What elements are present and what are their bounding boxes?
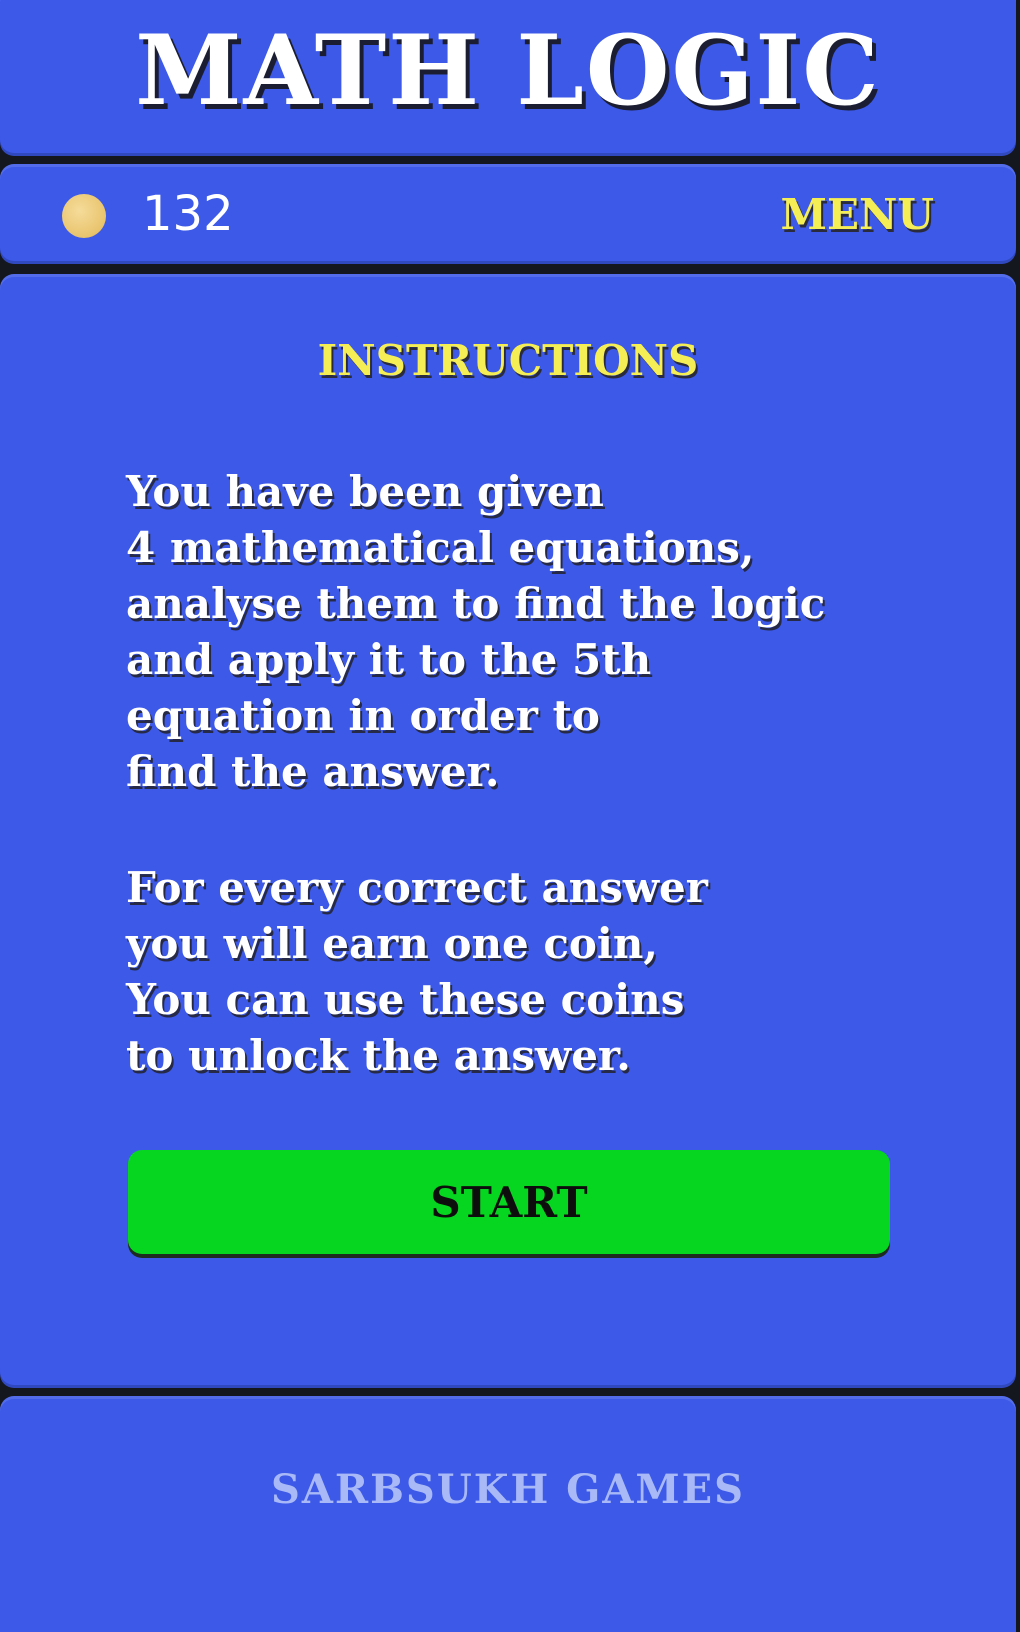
instructions-paragraph-1: You have been given 4 mathematical equat… [126,464,906,800]
instructions-paragraph-2: For every correct answer you will earn o… [126,860,906,1084]
instructions-heading: INSTRUCTIONS [317,336,699,385]
start-button-label: START [430,1177,588,1227]
instruction-line: You can use these coins [126,975,685,1024]
title-panel: MATH LOGIC [0,0,1016,156]
menu-button[interactable]: MENU [780,190,934,239]
start-button[interactable]: START [128,1150,890,1254]
game-screen: MATH LOGIC 132 MENU INSTRUCTIONS You hav… [0,0,1020,1632]
instructions-panel: INSTRUCTIONS You have been given 4 mathe… [0,274,1016,1388]
instruction-line: You have been given [126,467,604,516]
instruction-line: analyse them to find the logic [126,579,826,628]
instruction-line: equation in order to [126,691,600,740]
instruction-line: you will earn one coin, [126,919,659,968]
instruction-line: and apply it to the 5th [126,635,652,684]
app-title: MATH LOGIC [135,14,881,127]
top-bar: 132 MENU [0,164,1016,264]
developer-brand: SARBSUKH GAMES [270,1466,746,1513]
instruction-line: 4 mathematical equations, [126,523,755,572]
footer-panel: SARBSUKH GAMES [0,1396,1016,1632]
coin-icon [62,194,106,238]
coin-count: 132 [142,186,234,242]
instruction-line: to unlock the answer. [126,1031,631,1080]
instruction-line: For every correct answer [126,863,708,912]
instruction-line: find the answer. [126,747,500,796]
